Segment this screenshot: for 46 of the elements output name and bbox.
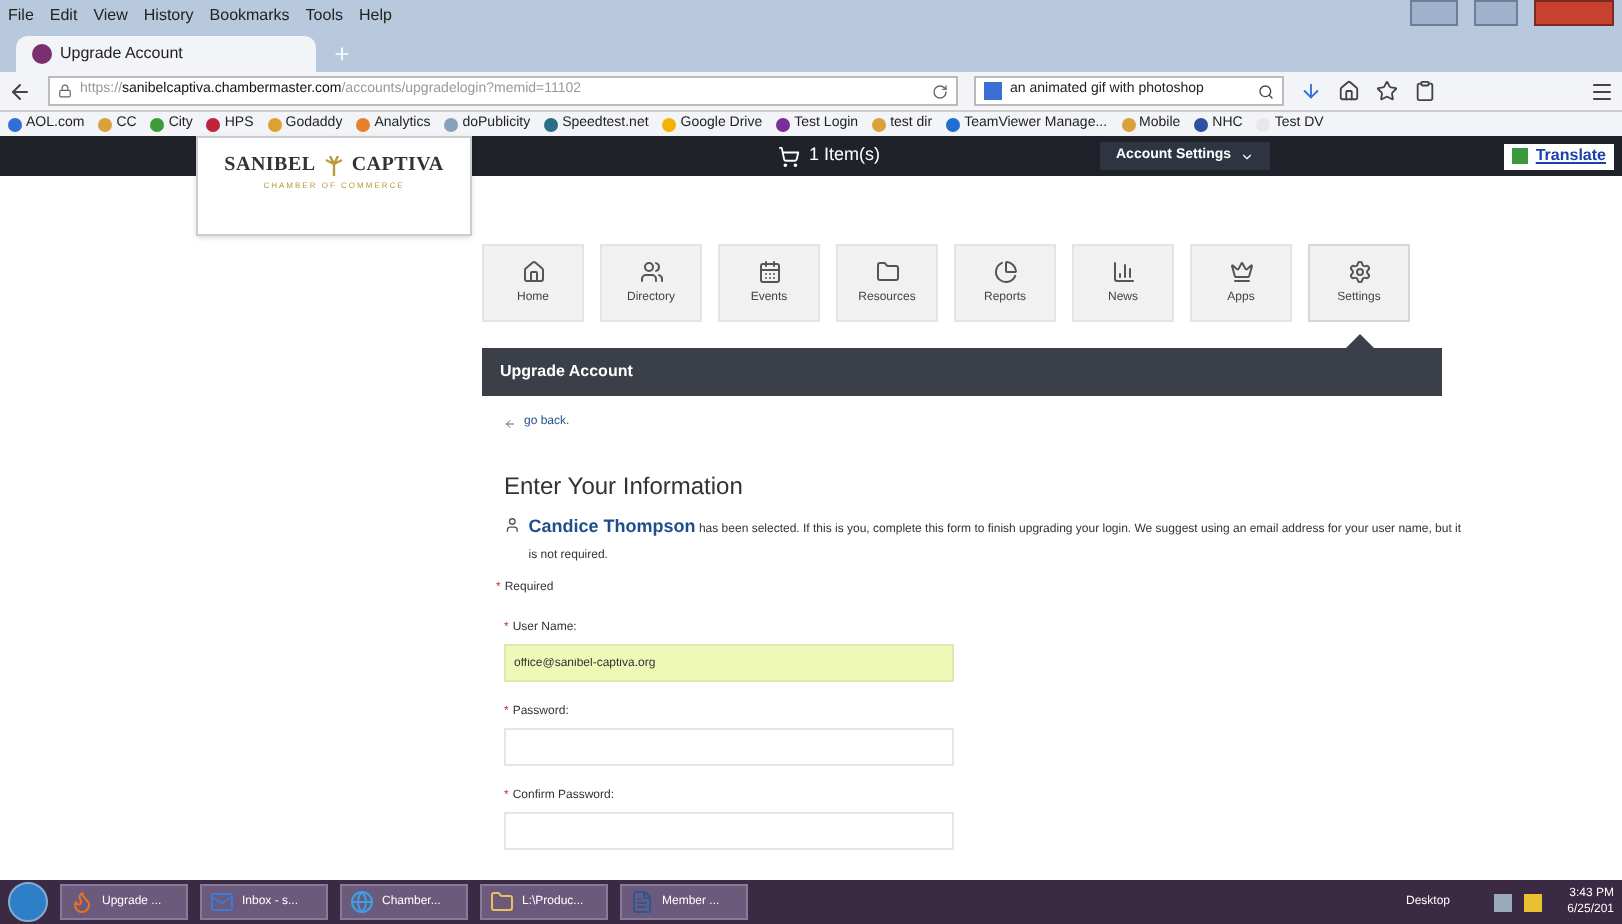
reload-icon[interactable] — [932, 83, 948, 99]
home-icon[interactable] — [1338, 80, 1360, 102]
cart-icon[interactable] — [778, 145, 801, 167]
settings-icon — [1347, 259, 1371, 283]
site-favicon — [32, 44, 52, 64]
globe-icon — [350, 890, 374, 914]
person-icon — [504, 516, 521, 534]
bar-chart-icon — [1111, 259, 1135, 283]
back-arrow-icon — [504, 417, 516, 429]
lock-icon — [58, 84, 72, 98]
palm-icon — [323, 155, 344, 175]
folder-icon — [490, 890, 514, 914]
download-icon[interactable] — [1300, 80, 1322, 102]
back-icon[interactable] — [8, 79, 32, 103]
menu-icon[interactable] — [1590, 79, 1614, 103]
home-icon — [521, 259, 545, 283]
search-icon[interactable] — [1258, 83, 1274, 99]
logo-text: CAPTIVA — [351, 152, 444, 180]
pie-icon — [993, 259, 1017, 283]
panel-header: Upgrade Account — [482, 348, 1442, 396]
translate-link[interactable]: Translate — [1503, 143, 1614, 169]
star-icon[interactable] — [1376, 80, 1398, 102]
people-icon — [639, 259, 663, 283]
section-heading: Enter Your Information — [504, 470, 745, 504]
input-field[interactable] — [504, 812, 954, 850]
calendar-icon — [757, 259, 781, 283]
logo-text: SANIBEL — [224, 152, 316, 180]
browser-tab[interactable]: Upgrade Account — [16, 36, 316, 72]
clipboard-icon[interactable] — [1414, 80, 1436, 102]
menu-item[interactable]: Edit — [49, 4, 78, 28]
mail-icon — [210, 890, 234, 914]
document-icon — [630, 890, 654, 914]
input-field[interactable] — [504, 728, 954, 766]
menu-item[interactable]: File — [8, 4, 34, 28]
menu-item[interactable]: Tools — [305, 4, 343, 28]
person-link[interactable]: Candice Thompson — [528, 516, 696, 536]
caret-icon — [1239, 149, 1254, 163]
flame-icon — [70, 890, 94, 914]
crown-icon — [1229, 259, 1253, 283]
menu-item[interactable]: History — [143, 4, 194, 28]
menu-item[interactable]: View — [93, 4, 128, 28]
menu-item[interactable]: Help — [358, 4, 392, 28]
start-button[interactable] — [8, 882, 48, 922]
folder-icon — [875, 259, 899, 283]
menu-item[interactable]: Bookmarks — [209, 4, 290, 28]
cart-count[interactable]: 1 Item(s) — [808, 142, 880, 170]
